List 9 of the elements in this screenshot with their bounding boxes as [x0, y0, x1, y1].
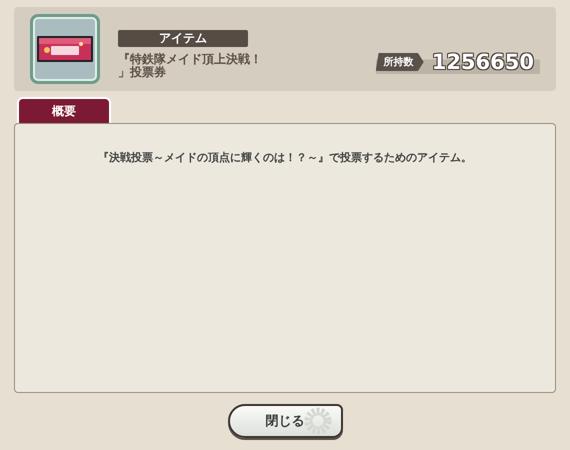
gear-icon [302, 406, 332, 436]
owned-count: 1256650 [432, 50, 534, 74]
close-button[interactable]: 閉じる [228, 404, 342, 438]
item-name: 『特鉄隊メイド頂上決戦！」投票券 [118, 52, 263, 78]
item-category-label: アイテム [118, 30, 248, 46]
overview-tab[interactable]: 概要 [17, 97, 111, 123]
item-description: 『決戦投票～メイドの頂点に輝くのは！？～』で投票するためのアイテム。 [97, 150, 473, 165]
owned-label: 所持数 [376, 53, 424, 71]
ticket-icon [30, 14, 100, 84]
